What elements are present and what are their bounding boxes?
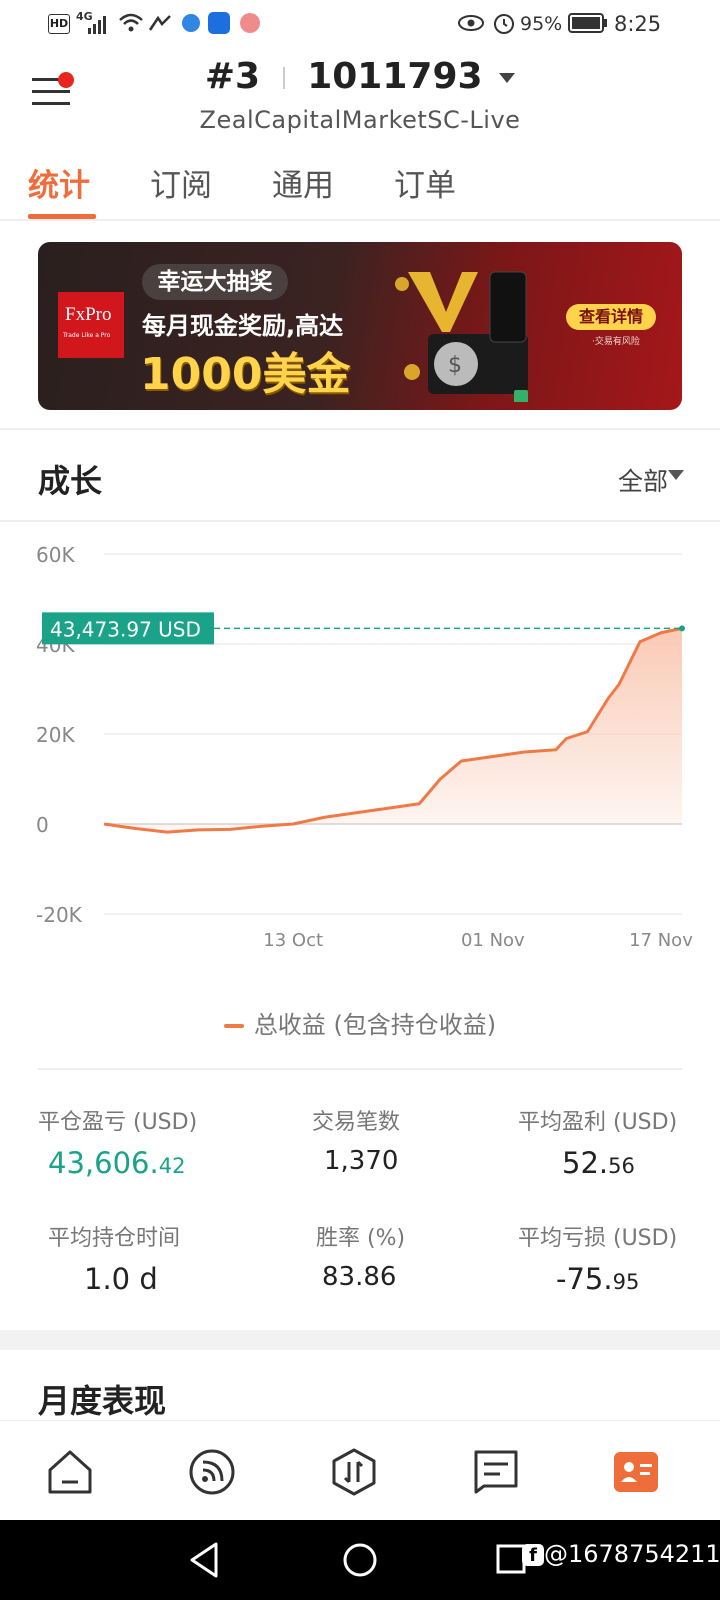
banner-amount: 1000美金 <box>140 349 351 400</box>
nav-news[interactable] <box>472 1448 520 1496</box>
y-tick-label: 20K <box>36 723 75 747</box>
alarm-icon <box>494 14 514 34</box>
banner-divider <box>0 428 720 430</box>
view-details-button[interactable]: 查看详情 <box>566 304 656 330</box>
legend-label: 总收益 (包含持仓收益) <box>253 1011 497 1039</box>
growth-title: 成长 <box>38 462 103 500</box>
battery-percent: 95% <box>520 13 563 35</box>
series-area <box>104 628 682 833</box>
stat-value-avg-hold: 1.0 d <box>84 1262 158 1296</box>
stat-label-closed-pnl: 平仓盈亏 (USD) <box>38 1110 198 1135</box>
news-icon <box>474 1450 518 1494</box>
profile-card-icon <box>614 1452 658 1492</box>
risk-note: ·交易有风险 <box>592 337 640 347</box>
account-number: #3 <box>204 56 261 97</box>
wifi-icon <box>119 13 143 32</box>
account-id: 1011793 <box>307 56 483 97</box>
nav-profile[interactable] <box>612 1448 660 1496</box>
banner-headline: 每月现金奖励,高达 <box>142 312 344 340</box>
hd-badge: HD <box>48 14 70 34</box>
signal-bars-icon <box>88 16 106 34</box>
x-tick-label: 13 Oct <box>263 930 323 951</box>
stat-value-trades: 1,370 <box>324 1146 399 1176</box>
server-name: ZealCapitalMarketSC-Live <box>199 106 521 134</box>
battery-icon <box>568 13 607 33</box>
trade-icon <box>332 1448 376 1496</box>
y-tick-label: 0 <box>36 813 49 837</box>
stat-value-avg-profit: 52.56 <box>562 1146 635 1180</box>
chart-legend: 总收益 (包含持仓收益) <box>0 1005 720 1040</box>
signal-icon <box>189 1449 235 1495</box>
broadcast-notify-icon <box>240 13 260 33</box>
stat-label-avg-hold: 平均持仓时间 <box>48 1226 181 1251</box>
promo-banner[interactable]: FxPro Trade Like a Pro 幸运大抽奖 每月现金奖励,高达 1… <box>38 242 682 410</box>
nav-trade[interactable] <box>330 1448 378 1496</box>
eye-icon <box>458 15 484 31</box>
banner-pill: 幸运大抽奖 <box>142 264 288 300</box>
stat-value-avg-loss: -75.95 <box>556 1262 640 1296</box>
range-selector[interactable]: 全部 <box>618 462 668 498</box>
account-selector[interactable]: #3 1011793 <box>0 56 720 97</box>
tab-subscribe[interactable]: 订阅 <box>150 160 212 205</box>
x-tick-label: 17 Nov <box>629 930 693 951</box>
stat-label-avg-profit: 平均盈利 (USD) <box>518 1110 678 1135</box>
system-nav-bar: f @1678754211 <box>0 1520 720 1600</box>
current-value-label: 43,473.97 USD <box>50 617 201 641</box>
facebook-icon: f <box>522 1544 544 1566</box>
stat-value-win-rate: 83.86 <box>322 1262 397 1292</box>
caret-down-icon <box>499 73 516 83</box>
tab-general[interactable]: 通用 <box>272 160 334 205</box>
back-icon[interactable] <box>188 1542 220 1578</box>
home-icon <box>48 1450 92 1494</box>
stat-label-trades: 交易笔数 <box>312 1110 401 1135</box>
app-notify-icon <box>182 14 200 32</box>
trophy-graphic-icon: $ <box>395 271 528 402</box>
tabs-divider <box>0 219 720 221</box>
watermark: f @1678754211 <box>522 1540 720 1568</box>
legend-line-icon <box>223 1024 244 1028</box>
section-gap <box>0 1330 720 1350</box>
current-value-point <box>679 625 685 632</box>
stat-label-avg-loss: 平均亏损 (USD) <box>518 1226 678 1251</box>
nav-signals[interactable] <box>188 1448 236 1496</box>
stat-value-closed-pnl: 43,606.42 <box>48 1146 186 1180</box>
tab-statistics[interactable]: 统计 <box>28 160 90 205</box>
nav-home[interactable] <box>46 1448 94 1496</box>
status-bar: HD 4G 95% 8:25 <box>0 0 720 48</box>
bulb-notify-icon <box>208 12 230 34</box>
clock: 8:25 <box>614 12 662 36</box>
monthly-title: 月度表现 <box>38 1382 167 1420</box>
legend-divider <box>38 1068 682 1070</box>
svg-text:$: $ <box>448 353 462 378</box>
fxpro-logo: FxPro Trade Like a Pro <box>58 292 124 358</box>
x-tick-label: 01 Nov <box>461 930 525 951</box>
nfc-icon <box>148 15 171 31</box>
tab-orders[interactable]: 订单 <box>394 160 456 205</box>
y-tick-label: 60K <box>36 543 75 567</box>
y-tick-label: -20K <box>36 903 83 927</box>
stat-label-win-rate: 胜率 (%) <box>316 1226 406 1251</box>
growth-chart[interactable]: 60K40K20K0-20K13 Oct 01 Nov 17 Nov43,473.9… <box>0 520 720 970</box>
caret-down-icon <box>668 470 684 480</box>
home-circle-icon[interactable] <box>342 1542 378 1578</box>
